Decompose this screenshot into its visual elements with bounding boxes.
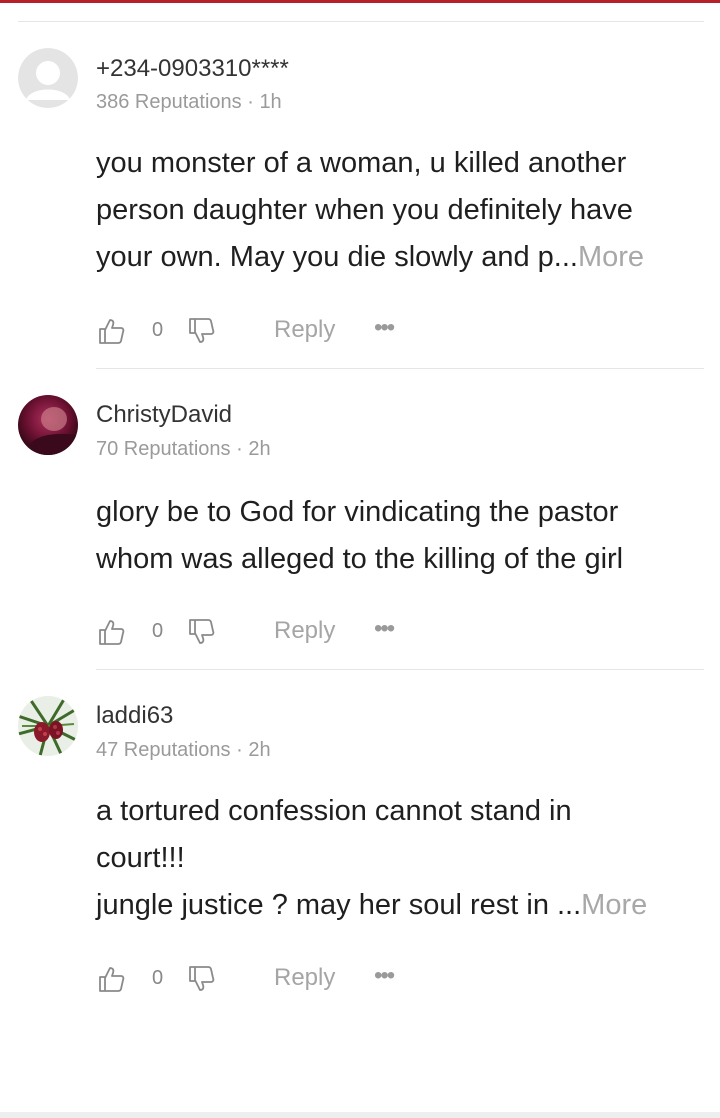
thumbs-up-icon[interactable]: [96, 617, 126, 647]
comment-actions: 0 Reply •••: [96, 617, 456, 651]
more-link[interactable]: More: [578, 241, 644, 273]
comment-line-text: your own. May you die slowly and p...: [96, 241, 578, 273]
like-count: 0: [152, 319, 164, 341]
comment-username[interactable]: +234-0903310****: [96, 55, 289, 83]
thumbs-up-icon[interactable]: [96, 316, 126, 346]
comment-text: you monster of a woman, u killed another…: [96, 140, 708, 281]
comment-line: jungle justice ? may her soul rest in ..…: [96, 882, 708, 929]
comment-text: a tortured confession cannot stand in co…: [96, 788, 708, 929]
comment-line: whom was alleged to the killing of the g…: [96, 543, 624, 575]
more-options-button[interactable]: •••: [374, 617, 395, 641]
comment-meta: 386 Reputations · 1h: [96, 91, 282, 113]
comment-actions: 0 Reply •••: [96, 964, 456, 998]
comment-line: person daughter when you definitely have: [96, 187, 708, 234]
avatar[interactable]: [18, 395, 78, 455]
thumbs-up-icon[interactable]: [96, 964, 126, 994]
comment-line: court!!!: [96, 842, 185, 874]
user-photo-avatar: [18, 696, 78, 756]
thumbs-down-icon[interactable]: [186, 964, 216, 994]
comment-line: a tortured confession cannot stand in: [96, 795, 572, 827]
comment-line: glory be to God for vindicating the past…: [96, 496, 619, 528]
reply-button[interactable]: Reply: [274, 316, 335, 344]
divider: [18, 21, 704, 22]
user-photo-avatar: [18, 395, 78, 455]
avatar[interactable]: [18, 696, 78, 756]
more-options-button[interactable]: •••: [374, 316, 395, 340]
comment-line: you monster of a woman, u killed another: [96, 147, 627, 179]
divider: [96, 368, 704, 369]
comment-meta: 47 Reputations · 2h: [96, 739, 271, 761]
comment-username[interactable]: ChristyDavid: [96, 401, 232, 429]
more-options-button[interactable]: •••: [374, 964, 395, 988]
top-accent-bar: [0, 0, 720, 3]
comment-line-text: jungle justice ? may her soul rest in ..…: [96, 889, 582, 921]
reply-button[interactable]: Reply: [274, 964, 335, 992]
default-user-avatar-icon: [18, 48, 78, 108]
avatar[interactable]: [18, 48, 78, 108]
reply-button[interactable]: Reply: [274, 617, 335, 645]
divider: [96, 669, 704, 670]
like-count: 0: [152, 967, 164, 989]
comment-username[interactable]: laddi63: [96, 702, 173, 730]
comment-meta: 70 Reputations · 2h: [96, 438, 271, 460]
comment-actions: 0 Reply •••: [96, 316, 456, 350]
thumbs-down-icon[interactable]: [186, 617, 216, 647]
thumbs-down-icon[interactable]: [186, 316, 216, 346]
comment-line-text: person daughter when you definitely have: [96, 194, 633, 226]
bottom-edge: [0, 1112, 720, 1118]
more-link[interactable]: More: [581, 889, 647, 921]
like-count: 0: [152, 620, 164, 642]
comment-text: glory be to God for vindicating the past…: [96, 489, 708, 583]
comment-line: your own. May you die slowly and p...Mor…: [96, 234, 708, 281]
